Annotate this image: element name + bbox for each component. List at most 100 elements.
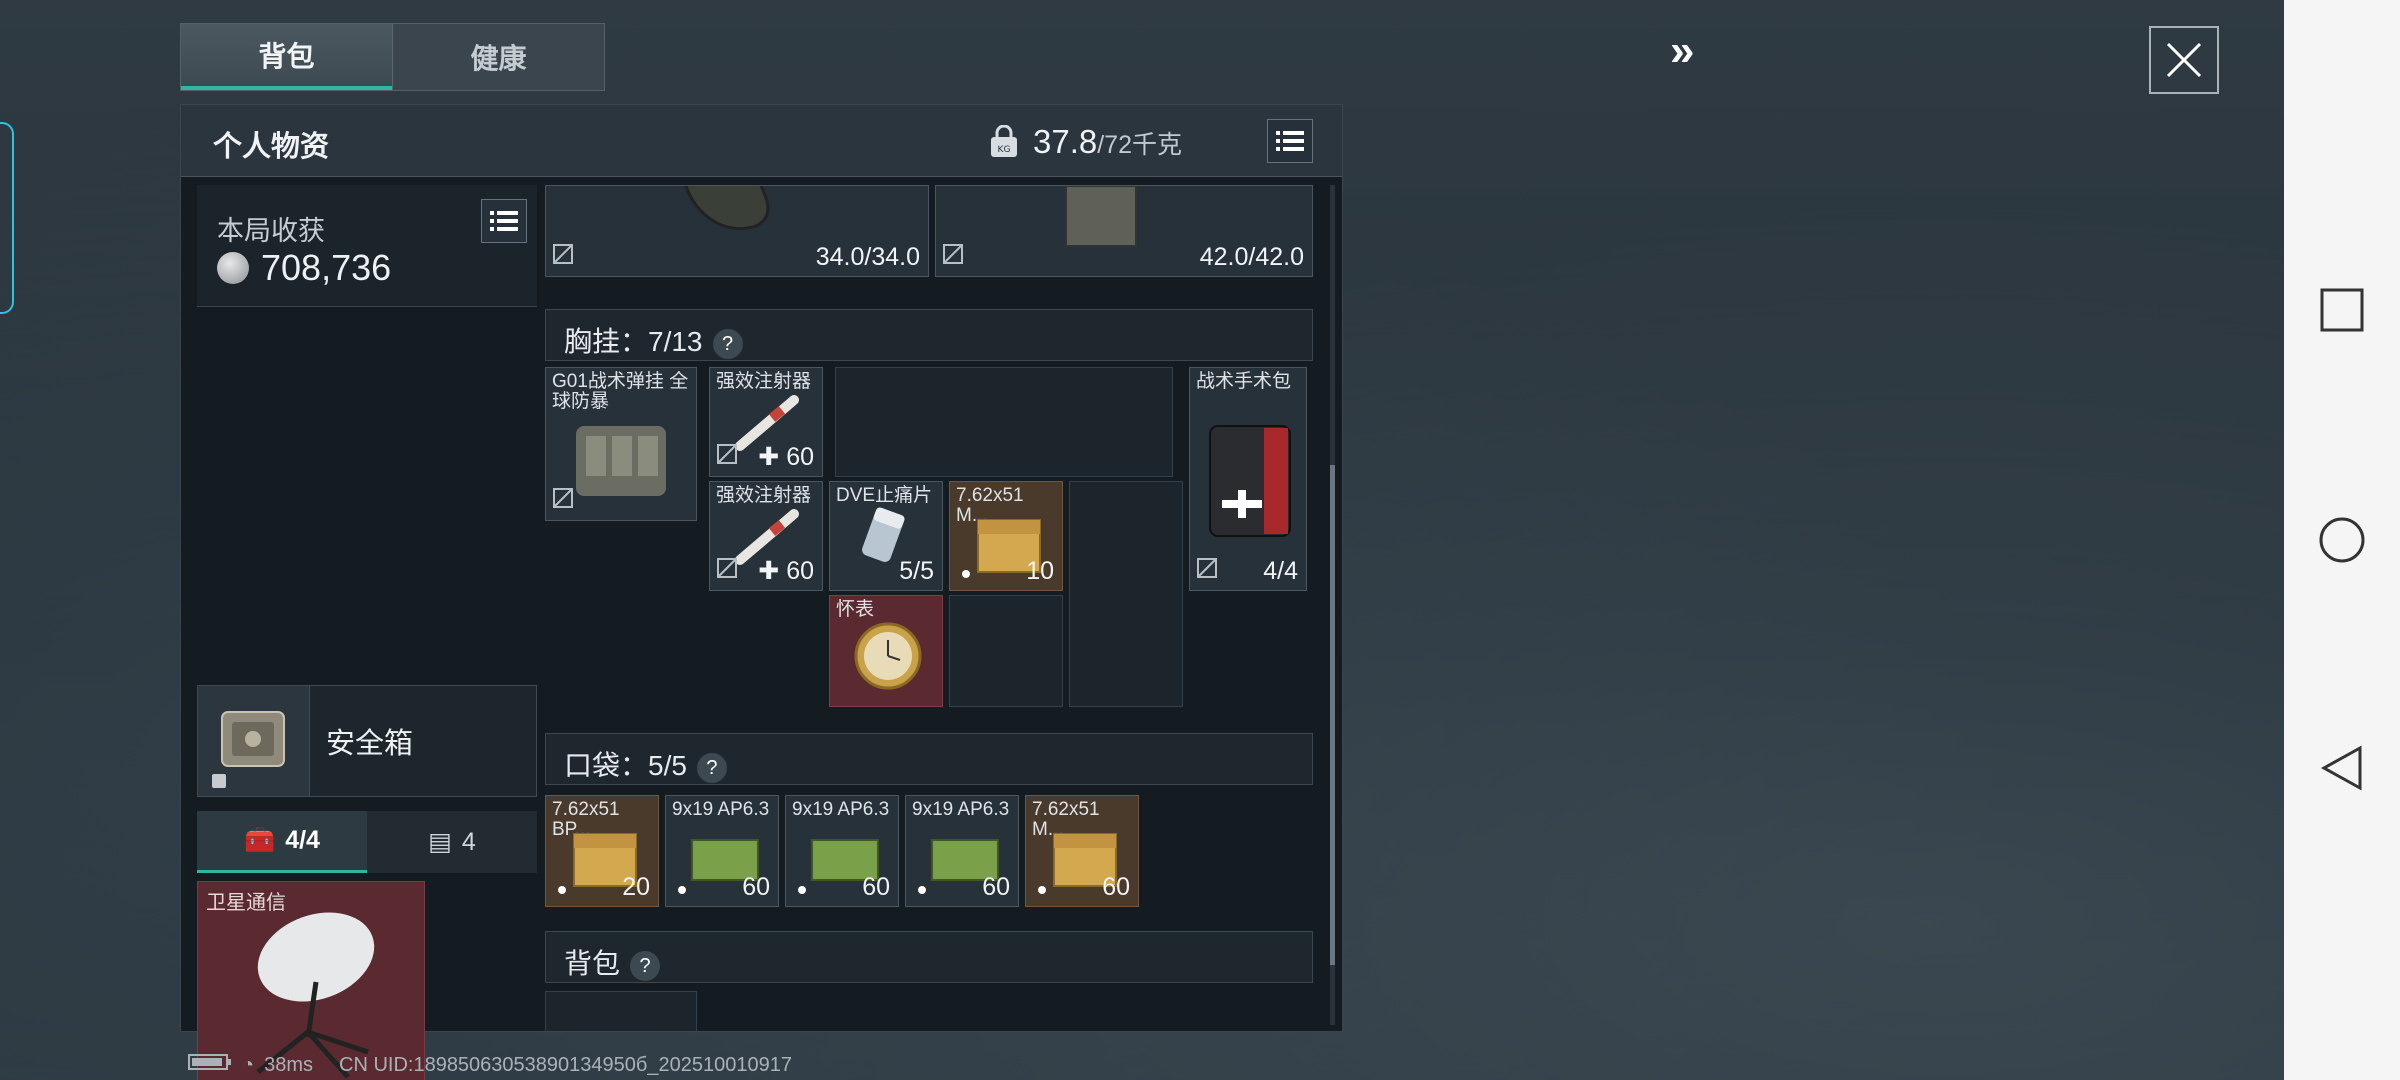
inventory-tabs: 背包 健康 (180, 23, 605, 91)
safe-box-label: 安全箱 (326, 728, 414, 760)
chest-rig-item[interactable]: 战术手术包 4/4 (1189, 367, 1307, 591)
no-insure-icon (1196, 557, 1218, 584)
square-icon (2320, 288, 2364, 332)
edge-handle[interactable] (0, 122, 14, 314)
pocket-item[interactable]: 7.62x51 BP... 20 (545, 795, 659, 907)
empty-grid[interactable] (1069, 481, 1183, 707)
back-button[interactable] (2284, 728, 2400, 808)
scrollbar-thumb[interactable] (1330, 465, 1335, 965)
chest-rig-item[interactable]: DVE止痛片 5/5 (829, 481, 943, 591)
no-insure-icon (716, 443, 738, 470)
ammo-dot-icon (678, 886, 686, 894)
close-button[interactable] (2149, 26, 2219, 94)
home-button[interactable] (2284, 500, 2400, 580)
loot-list-button[interactable] (481, 199, 527, 243)
case-tabs: 🧰 4/4 ▤ 4 (197, 811, 537, 873)
coin-icon (217, 252, 249, 284)
ping: 38ms (264, 1053, 313, 1076)
tab-health[interactable]: 健康 (392, 24, 604, 90)
chest-rig-item[interactable]: 强效注射器 ✚ 60 (709, 367, 823, 477)
weight-max: /72千克 (1097, 131, 1182, 159)
empty-grid[interactable] (835, 367, 1173, 477)
chest-rig-item[interactable]: 7.62x51 M... 10 (949, 481, 1063, 591)
no-insure-icon (552, 243, 574, 270)
no-insure-icon (942, 243, 964, 270)
empty-grid[interactable] (949, 595, 1063, 707)
item-count: 60 (982, 873, 1010, 901)
container-count: 4 (461, 827, 476, 856)
durability: 34.0/34.0 (815, 243, 920, 271)
briefcase-icon: 🧰 (244, 826, 276, 854)
loot-label: 本局收获 (217, 216, 325, 246)
item-count: 5/5 (899, 557, 934, 585)
ammo-dot-icon (918, 886, 926, 894)
chest-rig-label: 胸挂：7/13? (564, 320, 743, 360)
panel-title: 个人物资 (213, 131, 330, 163)
battery-icon (188, 1052, 232, 1078)
player-uid: CN UID:18985063053890134950б_20251001091… (339, 1053, 792, 1076)
no-insure-icon (552, 487, 574, 514)
loot-value-row: 708,736 (217, 247, 391, 289)
chest-rig-item[interactable]: 怀表 (829, 595, 943, 707)
safe-box-slot[interactable]: 安全箱 (197, 685, 537, 797)
item-count: 10 (1026, 557, 1054, 585)
item-count: ✚ 60 (758, 443, 814, 471)
wifi-icon: ◔ (242, 1053, 255, 1076)
left-column: 本局收获 708,736 安全箱 🧰 4/4 ▤ 4 卫星通信 (197, 185, 539, 1080)
pocket-item[interactable]: 7.62x51 M... 60 (1025, 795, 1139, 907)
satellite-dish-icon (256, 912, 375, 1079)
expand-icon[interactable]: » (1670, 26, 1694, 76)
tab-container[interactable]: ▤ 4 (367, 811, 537, 873)
personal-supplies-panel: 个人物资 KG 37.8 /72千克 本局收获 708,736 安全箱 🧰 4/… (180, 104, 1343, 1080)
item-count: 60 (1102, 873, 1130, 901)
list-icon (1276, 131, 1304, 151)
item-count: ✚ 60 (758, 557, 814, 585)
backpack-label: 背包? (564, 942, 661, 982)
case-count: 4/4 (285, 826, 320, 854)
tab-backpack[interactable]: 背包 (181, 24, 392, 90)
chest-rig-item[interactable]: 强效注射器 ✚ 60 (709, 481, 823, 591)
ammo-dot-icon (962, 570, 970, 578)
sort-button[interactable] (1267, 119, 1313, 163)
pockets-label: 口袋：5/5? (564, 744, 727, 784)
recents-button[interactable] (2284, 270, 2400, 350)
weight-current: 37.8 (1033, 123, 1098, 160)
pockets-count: 口袋：5/5 (564, 750, 687, 781)
pocket-item[interactable]: 9x19 AP6.3 60 (785, 795, 899, 907)
system-nav-bar (2284, 0, 2400, 1080)
equipment-slot[interactable]: 34.0/34.0 (545, 185, 929, 277)
pocket-item[interactable]: 9x19 AP6.3 60 (905, 795, 1019, 907)
pocket-watch-icon (854, 622, 922, 690)
session-loot: 本局收获 708,736 (197, 185, 537, 307)
scrollbar[interactable] (1330, 185, 1335, 1025)
no-insure-icon (716, 557, 738, 584)
equipment-slot[interactable]: 42.0/42.0 (935, 185, 1313, 277)
loot-value: 708,736 (261, 247, 392, 288)
ammo-dot-icon (798, 886, 806, 894)
durability: 42.0/42.0 (1199, 243, 1304, 271)
safe-box-icon (212, 711, 285, 788)
empty-grid[interactable] (545, 991, 697, 1031)
backpack-title: 背包 (564, 948, 621, 979)
tab-case[interactable]: 🧰 4/4 (197, 811, 367, 873)
chest-rig-item[interactable]: G01战术弹挂 全球防暴 (545, 367, 697, 521)
pocket-item[interactable]: 9x19 AP6.3 60 (665, 795, 779, 907)
help-icon[interactable]: ? (712, 328, 743, 359)
help-icon[interactable]: ? (696, 752, 727, 783)
ammo-dot-icon (1038, 886, 1046, 894)
panel-header: 个人物资 KG 37.8 /72千克 (181, 105, 1342, 177)
triangle-back-icon (2320, 745, 2362, 791)
status-bar: ◔ 38ms CN UID:18985063053890134950б_2025… (188, 1052, 792, 1078)
inventory-scroll-area[interactable]: 34.0/34.0 42.0/42.0 胸挂：7/13? G01战术弹挂 全球防… (545, 185, 1327, 1031)
svg-text:KG: KG (998, 145, 1011, 155)
help-icon[interactable]: ? (630, 950, 661, 981)
item-count: 20 (622, 873, 650, 901)
chest-rig-count: 胸挂：7/13 (564, 326, 703, 357)
weight-indicator: KG 37.8 /72千克 (989, 119, 1182, 161)
backpack-header: 背包? (545, 931, 1313, 983)
heal-amount: 60 (786, 557, 814, 585)
container-icon: ▤ (428, 828, 452, 856)
item-count: 60 (862, 873, 890, 901)
safe-box-thumbnail (198, 686, 310, 796)
satellite-comm-item[interactable]: 卫星通信 (197, 881, 425, 1080)
